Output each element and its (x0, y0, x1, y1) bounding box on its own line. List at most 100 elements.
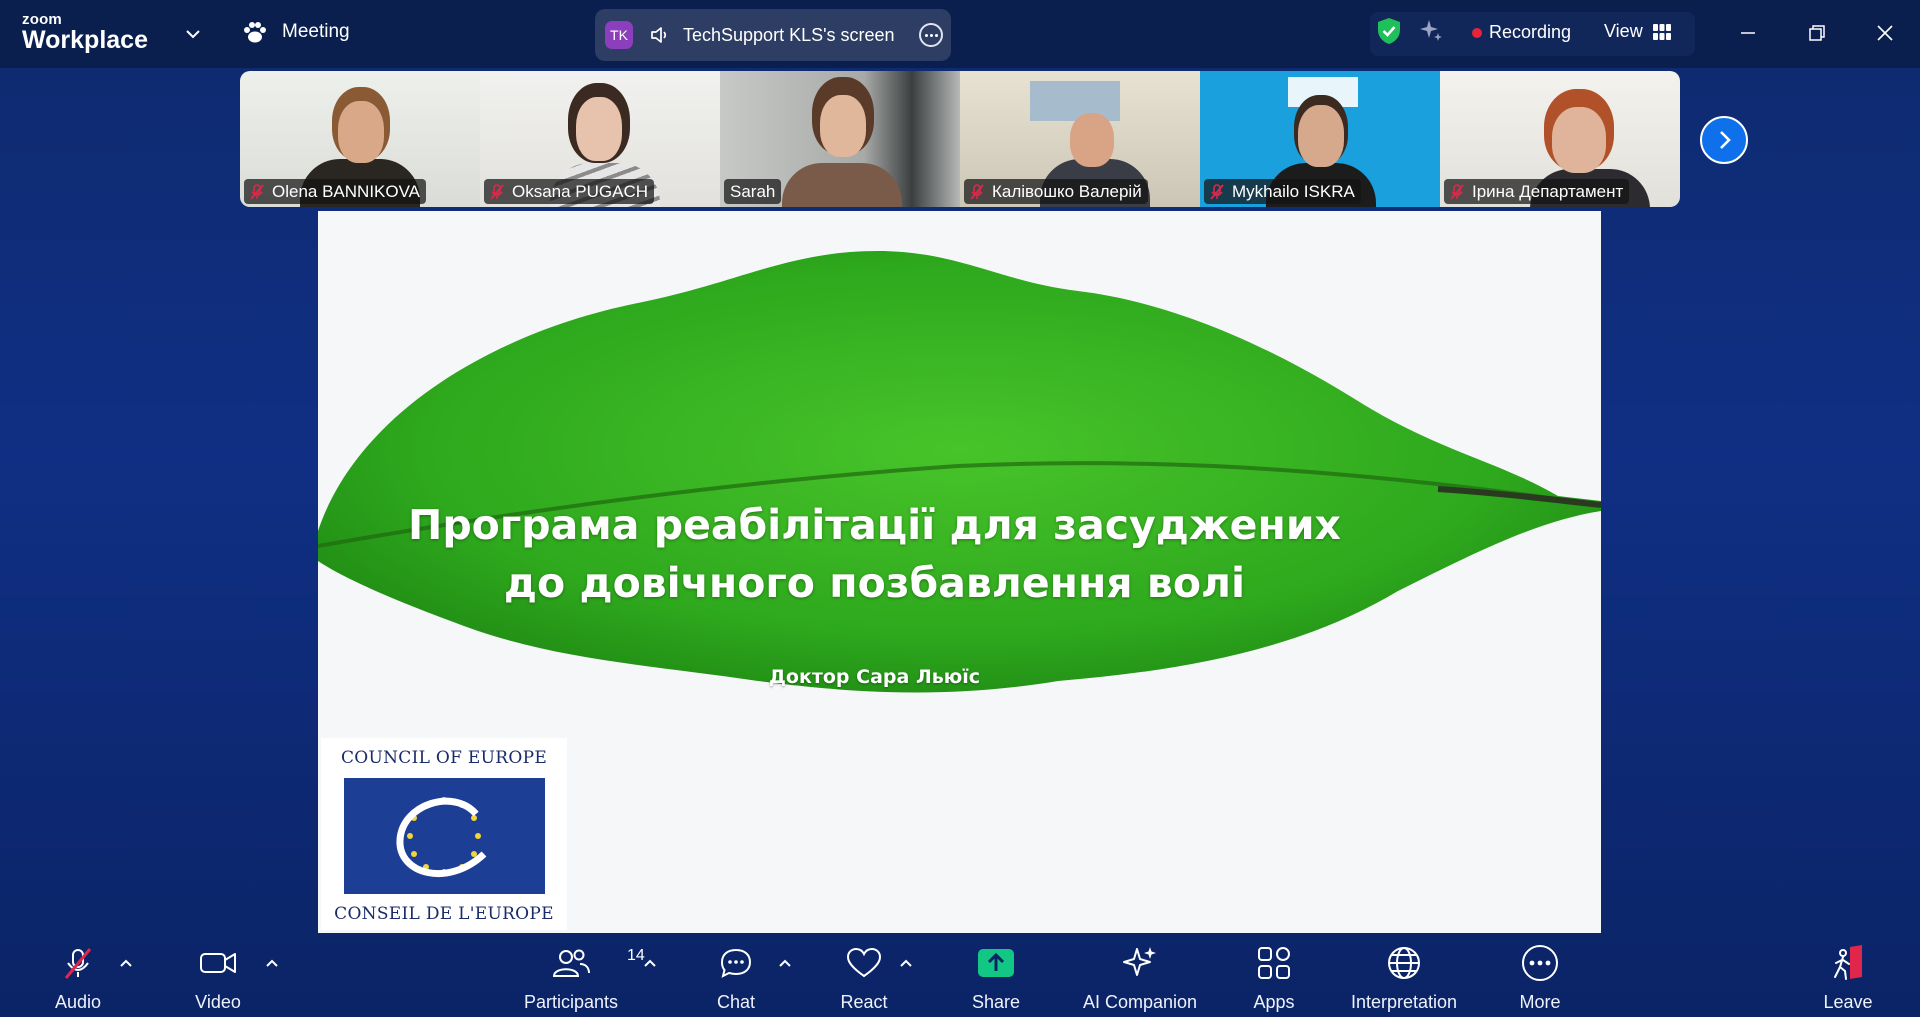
chevron-down-icon[interactable] (183, 24, 203, 44)
logo-text-top: COUNCIL OF EUROPE (340, 748, 548, 768)
slide-title: Програма реабілітації для засуджених до … (318, 496, 1431, 612)
recording-indicator[interactable]: Recording (1472, 22, 1571, 43)
chat-icon (720, 948, 752, 978)
meeting-info-button[interactable]: Meeting (242, 20, 350, 44)
chat-button[interactable]: Chat (708, 935, 764, 1017)
share-label: Share (971, 992, 1021, 1012)
more-options-icon[interactable] (919, 23, 943, 47)
camera-icon (200, 953, 236, 973)
restore-button[interactable] (1800, 18, 1834, 48)
council-of-europe-logo: COUNCIL OF EUROPE CONSEIL DE L'EUROPE (321, 738, 567, 930)
brand-small: zoom (22, 11, 62, 28)
audio-options-caret-icon[interactable] (118, 957, 134, 969)
recording-dot-icon (1472, 27, 1482, 38)
mic-muted-icon (490, 183, 504, 200)
brand-big: Workplace (22, 26, 148, 54)
video-tile[interactable]: Oksana PUGACH (480, 71, 720, 207)
shield-check-icon[interactable] (1376, 16, 1402, 46)
audio-label: Audio (54, 992, 102, 1012)
video-tile-active-speaker[interactable]: Sarah (720, 71, 960, 207)
ai-sparkle-icon[interactable] (1418, 18, 1444, 44)
meeting-label: Meeting (282, 21, 350, 42)
video-options-caret-icon[interactable] (264, 957, 280, 969)
react-button[interactable]: React (834, 935, 894, 1017)
slide-title-line2: до довічного позбавлення волі (503, 559, 1246, 607)
grid-view-icon (1652, 23, 1671, 40)
video-label: Video (195, 992, 241, 1012)
mic-muted-icon (1210, 183, 1224, 200)
mic-muted-icon (1450, 183, 1464, 200)
participant-face (1070, 113, 1114, 167)
audio-button[interactable]: Audio (44, 935, 112, 1017)
leave-door-icon (1834, 945, 1862, 980)
view-label: View (1604, 21, 1643, 41)
participant-nametag: Ірина Департамент (1444, 179, 1630, 204)
share-pill-text: TechSupport KLS's screen (683, 24, 895, 45)
participant-nametag: Oksana PUGACH (484, 179, 655, 204)
wall-map (1030, 81, 1120, 121)
participant-name: Калівошко Валерій (992, 181, 1142, 201)
chat-options-caret-icon[interactable] (777, 957, 793, 969)
share-button[interactable]: Share (966, 935, 1026, 1017)
heart-icon (846, 947, 882, 978)
meeting-toolbar: Audio Video 14 Participants Chat React S… (0, 935, 1920, 1017)
participants-options-caret-icon[interactable] (642, 957, 658, 969)
react-label: React (840, 992, 888, 1012)
more-button[interactable]: More (1516, 935, 1564, 1017)
mic-muted-icon (250, 183, 264, 200)
participant-name: Oksana PUGACH (512, 181, 649, 201)
mic-muted-icon (970, 183, 984, 200)
leave-label: Leave (1823, 992, 1873, 1012)
interpretation-button[interactable]: Interpretation (1344, 935, 1464, 1017)
participants-label: Participants (523, 992, 619, 1012)
slide-author: Доктор Сара Льюїс (769, 666, 980, 688)
recording-label: Recording (1489, 22, 1572, 42)
presenter-avatar: TK (605, 21, 633, 49)
video-tile[interactable]: Olena BANNIKOVA (240, 71, 480, 207)
next-page-button[interactable] (1700, 116, 1748, 164)
ai-companion-icon (1123, 947, 1156, 976)
participant-nametag: Mykhailo ISKRA (1204, 179, 1361, 204)
more-label: More (1519, 992, 1561, 1012)
ai-companion-button[interactable]: AI Companion (1078, 935, 1202, 1017)
interpretation-label: Interpretation (1350, 992, 1458, 1012)
participant-face (1298, 105, 1344, 167)
minimize-icon (1741, 32, 1755, 34)
chevron-right-icon (1720, 131, 1731, 149)
react-options-caret-icon[interactable] (898, 957, 914, 969)
more-dots-icon (1522, 945, 1558, 981)
minimize-button[interactable] (1731, 18, 1765, 48)
participants-icon (552, 949, 590, 977)
close-button[interactable] (1868, 18, 1902, 48)
restore-icon (1809, 25, 1825, 41)
participant-name: Sarah (730, 181, 776, 201)
participants-button[interactable]: 14 Participants (518, 935, 645, 1017)
video-tile[interactable]: Калівошко Валерій (960, 71, 1200, 207)
apps-button[interactable]: Apps (1252, 935, 1296, 1017)
ai-companion-label: AI Companion (1082, 992, 1198, 1012)
participant-name: Olena BANNIKOVA (272, 181, 421, 201)
logo-text-bottom: CONSEIL DE L'EUROPE (334, 904, 554, 924)
video-tile[interactable]: Mykhailo ISKRA (1200, 71, 1440, 207)
title-bar: zoom Workplace Meeting TK TechSupport KL… (0, 0, 1920, 68)
screen-share-pill[interactable]: TK TechSupport KLS's screen (595, 9, 951, 61)
view-button[interactable]: View (1604, 21, 1671, 42)
participant-nametag: Olena BANNIKOVA (244, 179, 427, 204)
participant-silhouette (782, 163, 902, 207)
chat-label: Chat (716, 992, 756, 1012)
coe-flag (344, 778, 545, 894)
zoom-workplace-logo: zoom Workplace (22, 12, 148, 53)
close-icon (1877, 25, 1893, 41)
participant-face (576, 97, 622, 161)
shared-screen-slide: Програма реабілітації для засуджених до … (318, 211, 1601, 933)
apps-icon (1258, 947, 1290, 979)
participant-gallery: Olena BANNIKOVA Oksana PUGACH Sarah Калі… (240, 71, 1680, 207)
coe-backdrop-logo (1288, 77, 1358, 107)
video-button[interactable]: Video (186, 935, 250, 1017)
speaker-icon (651, 27, 667, 43)
participant-nametag: Калівошко Валерій (964, 179, 1148, 204)
apps-label: Apps (1253, 992, 1295, 1012)
video-tile[interactable]: Ірина Департамент (1440, 71, 1680, 207)
leave-button[interactable]: Leave (1820, 935, 1876, 1017)
globe-icon (1388, 947, 1420, 979)
